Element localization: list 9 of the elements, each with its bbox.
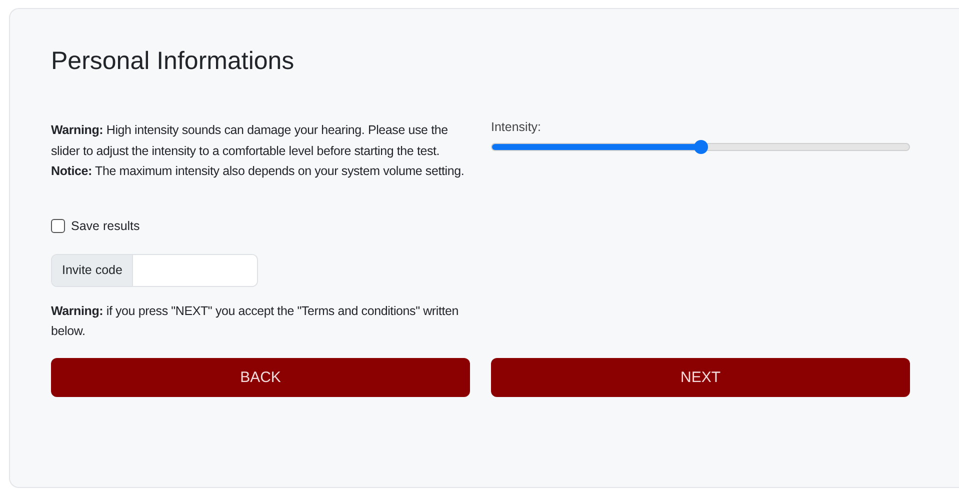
back-button[interactable]: BACK (51, 358, 470, 396)
intensity-label: Intensity: (491, 120, 542, 134)
notice-text: Notice: The maximum intensity also depends on your system volume setting. (51, 163, 466, 180)
page-title: Personal Informations (51, 47, 296, 76)
terms-warning-text: Warning: if you press "NEXT" you accept the "Terms and conditions" written below. (51, 302, 460, 340)
invite-code-field[interactable]: Invite code (51, 254, 258, 286)
save-results-label: Save results (71, 218, 140, 232)
warning-text: Warning: High intensity sounds can damage your hearing. Please use the slider to adjust the intensity to a comfortable level before starting the test. (51, 122, 449, 160)
next-button[interactable]: NEXT (491, 358, 910, 396)
